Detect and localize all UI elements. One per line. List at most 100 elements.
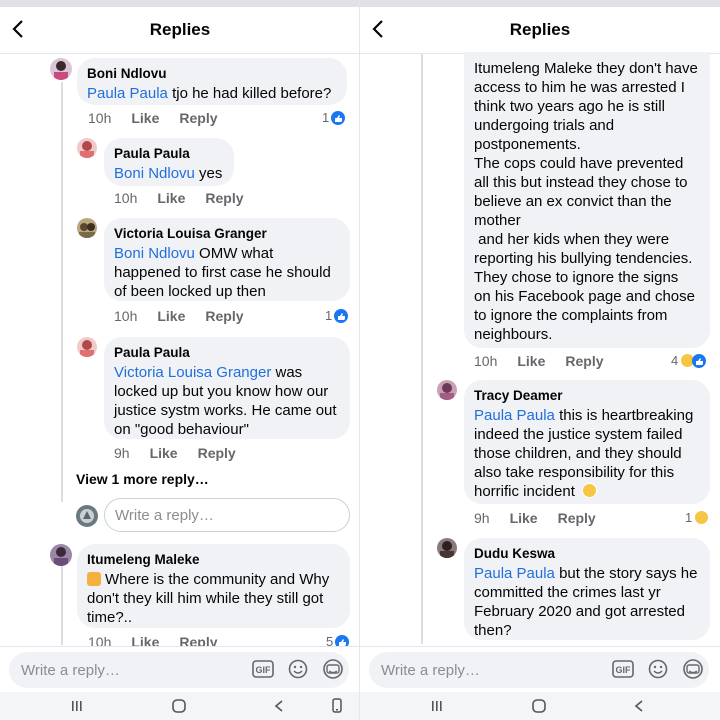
- like-button[interactable]: Like: [131, 110, 159, 126]
- reply-input[interactable]: Write a reply…: [104, 498, 350, 532]
- comment-author[interactable]: Itumeleng Maleke: [87, 551, 340, 569]
- avatar[interactable]: [437, 538, 457, 558]
- back-icon[interactable]: [268, 696, 290, 716]
- reply-button[interactable]: Reply: [205, 190, 243, 206]
- comment-author[interactable]: Boni Ndlovu: [87, 65, 337, 83]
- comment-bubble: Dudu Keswa Paula Paula but the story say…: [464, 538, 710, 640]
- comment-composer: Write a reply… GIF: [0, 646, 360, 693]
- comment-actions: 9h Like Reply: [114, 445, 256, 461]
- reply-button[interactable]: Reply: [198, 445, 236, 461]
- like-button[interactable]: Like: [157, 190, 185, 206]
- comment-actions: 10h Like Reply: [474, 353, 624, 369]
- back-icon[interactable]: [628, 696, 650, 716]
- laugh-reaction-icon: [694, 510, 710, 525]
- comment-text-line: on his Facebook page and chose: [474, 288, 695, 305]
- comment-text-line: postponements.: [474, 136, 581, 153]
- android-nav-bar: [0, 692, 360, 720]
- thread-line: [421, 54, 423, 644]
- comment-bubble: Itumeleng Maleke they don't have access t…: [464, 52, 710, 348]
- comment-author[interactable]: Victoria Louisa Granger: [114, 225, 340, 243]
- gif-label: GIF: [256, 665, 272, 675]
- reply-button[interactable]: Reply: [565, 353, 603, 369]
- comment-text: tjo he had killed before?: [167, 85, 332, 102]
- reaction-number: 1: [685, 510, 693, 525]
- android-nav-bar: [360, 692, 720, 720]
- sticker-icon[interactable]: [322, 658, 344, 680]
- gif-icon[interactable]: GIF: [252, 658, 274, 680]
- like-button[interactable]: Like: [510, 510, 538, 526]
- like-icon: [334, 308, 349, 323]
- comment-text-line: Itumeleng Maleke they don't have: [474, 60, 698, 77]
- comment-text-line: all this but instead they chose to: [474, 174, 688, 191]
- view-more-replies-link[interactable]: View 1 more reply…: [76, 471, 209, 487]
- pensive-emoji-icon: [582, 483, 598, 498]
- header: Replies: [360, 7, 720, 54]
- avatar[interactable]: [437, 380, 457, 400]
- comment-time: 9h: [114, 445, 130, 461]
- comment-bubble: Tracy Deamer Paula Paula this is heartbr…: [464, 380, 710, 504]
- reaction-count[interactable]: 4: [671, 353, 707, 368]
- like-icon: [331, 110, 346, 125]
- reaction-count[interactable]: 1: [322, 110, 346, 125]
- comment-author[interactable]: Tracy Deamer: [474, 387, 700, 405]
- comment-text-line: The cops could have prevented: [474, 155, 684, 172]
- comment-text: yes: [194, 165, 223, 182]
- emoji-icon[interactable]: [647, 658, 669, 680]
- avatar[interactable]: [77, 337, 97, 357]
- comment-mention[interactable]: Boni Ndlovu: [114, 165, 195, 182]
- avatar[interactable]: [50, 544, 72, 566]
- comment-text-line: and her kids when they were: [474, 231, 670, 248]
- home-icon[interactable]: [528, 696, 550, 716]
- recent-apps-icon[interactable]: [426, 696, 448, 716]
- home-icon[interactable]: [168, 696, 190, 716]
- reply-button[interactable]: Reply: [205, 308, 243, 324]
- reply-button[interactable]: Reply: [179, 110, 217, 126]
- avatar[interactable]: [77, 138, 97, 158]
- comment-author[interactable]: Dudu Keswa: [474, 545, 700, 563]
- comment-text: Itumeleng Maleke they don't have access t…: [474, 59, 700, 344]
- comment-text-line: to ignore the complaints from: [474, 307, 668, 324]
- comment-text-line: believe an ex convict than the: [474, 193, 672, 210]
- comment-author[interactable]: Paula Paula: [114, 145, 224, 163]
- comment-text-line: neighbours.: [474, 326, 553, 343]
- sticker-icon[interactable]: [682, 658, 704, 680]
- comment-text-line: reporting his bullying tendencies.: [474, 250, 693, 267]
- comment-mention[interactable]: Paula Paula: [87, 85, 168, 102]
- comment-time: 10h: [474, 353, 498, 369]
- thread-line: [61, 565, 63, 645]
- comment-actions: 10h Like Reply: [114, 190, 264, 206]
- gif-icon[interactable]: GIF: [612, 658, 634, 680]
- avatar[interactable]: [77, 218, 97, 238]
- comment-actions: 10h Like Reply: [88, 110, 238, 126]
- like-button[interactable]: Like: [157, 308, 185, 324]
- comment-author[interactable]: Paula Paula: [114, 344, 340, 362]
- reaction-count[interactable]: 1: [685, 510, 710, 525]
- comment-time: 10h: [114, 308, 138, 324]
- reply-button[interactable]: Reply: [558, 510, 596, 526]
- comment-text-line: undergoing trials and: [474, 117, 615, 134]
- reaction-number: 1: [322, 110, 330, 125]
- comment-actions: 9h Like Reply: [474, 510, 616, 526]
- composer-placeholder: Write a reply…: [21, 661, 120, 679]
- recent-apps-icon[interactable]: [66, 696, 88, 716]
- keyboard-toggle-icon[interactable]: [326, 696, 348, 716]
- avatar[interactable]: [50, 58, 72, 80]
- like-button[interactable]: Like: [517, 353, 545, 369]
- composer-placeholder: Write a reply…: [381, 661, 480, 679]
- comment-bubble: Paula Paula Victoria Louisa Granger was …: [104, 337, 350, 439]
- like-button[interactable]: Like: [150, 445, 178, 461]
- comment-mention[interactable]: Boni Ndlovu: [114, 245, 195, 262]
- comment-mention[interactable]: Paula Paula: [474, 565, 555, 582]
- comment-actions: 10h Like Reply: [114, 308, 264, 324]
- status-bar: [0, 0, 360, 7]
- comment-mention[interactable]: Victoria Louisa Granger: [114, 364, 271, 381]
- comment-text-line: They chose to ignore the signs: [474, 269, 679, 286]
- reaction-count[interactable]: 1: [325, 308, 349, 323]
- emoji-icon[interactable]: [287, 658, 309, 680]
- comment-bubble: Boni Ndlovu Paula Paula tjo he had kille…: [77, 58, 347, 105]
- reply-input-placeholder: Write a reply…: [115, 506, 214, 524]
- comment-time: 9h: [474, 510, 490, 526]
- user-avatar: [76, 505, 98, 527]
- comment-bubble: Itumeleng Maleke Where is the community …: [77, 544, 350, 628]
- comment-mention[interactable]: Paula Paula: [474, 407, 555, 424]
